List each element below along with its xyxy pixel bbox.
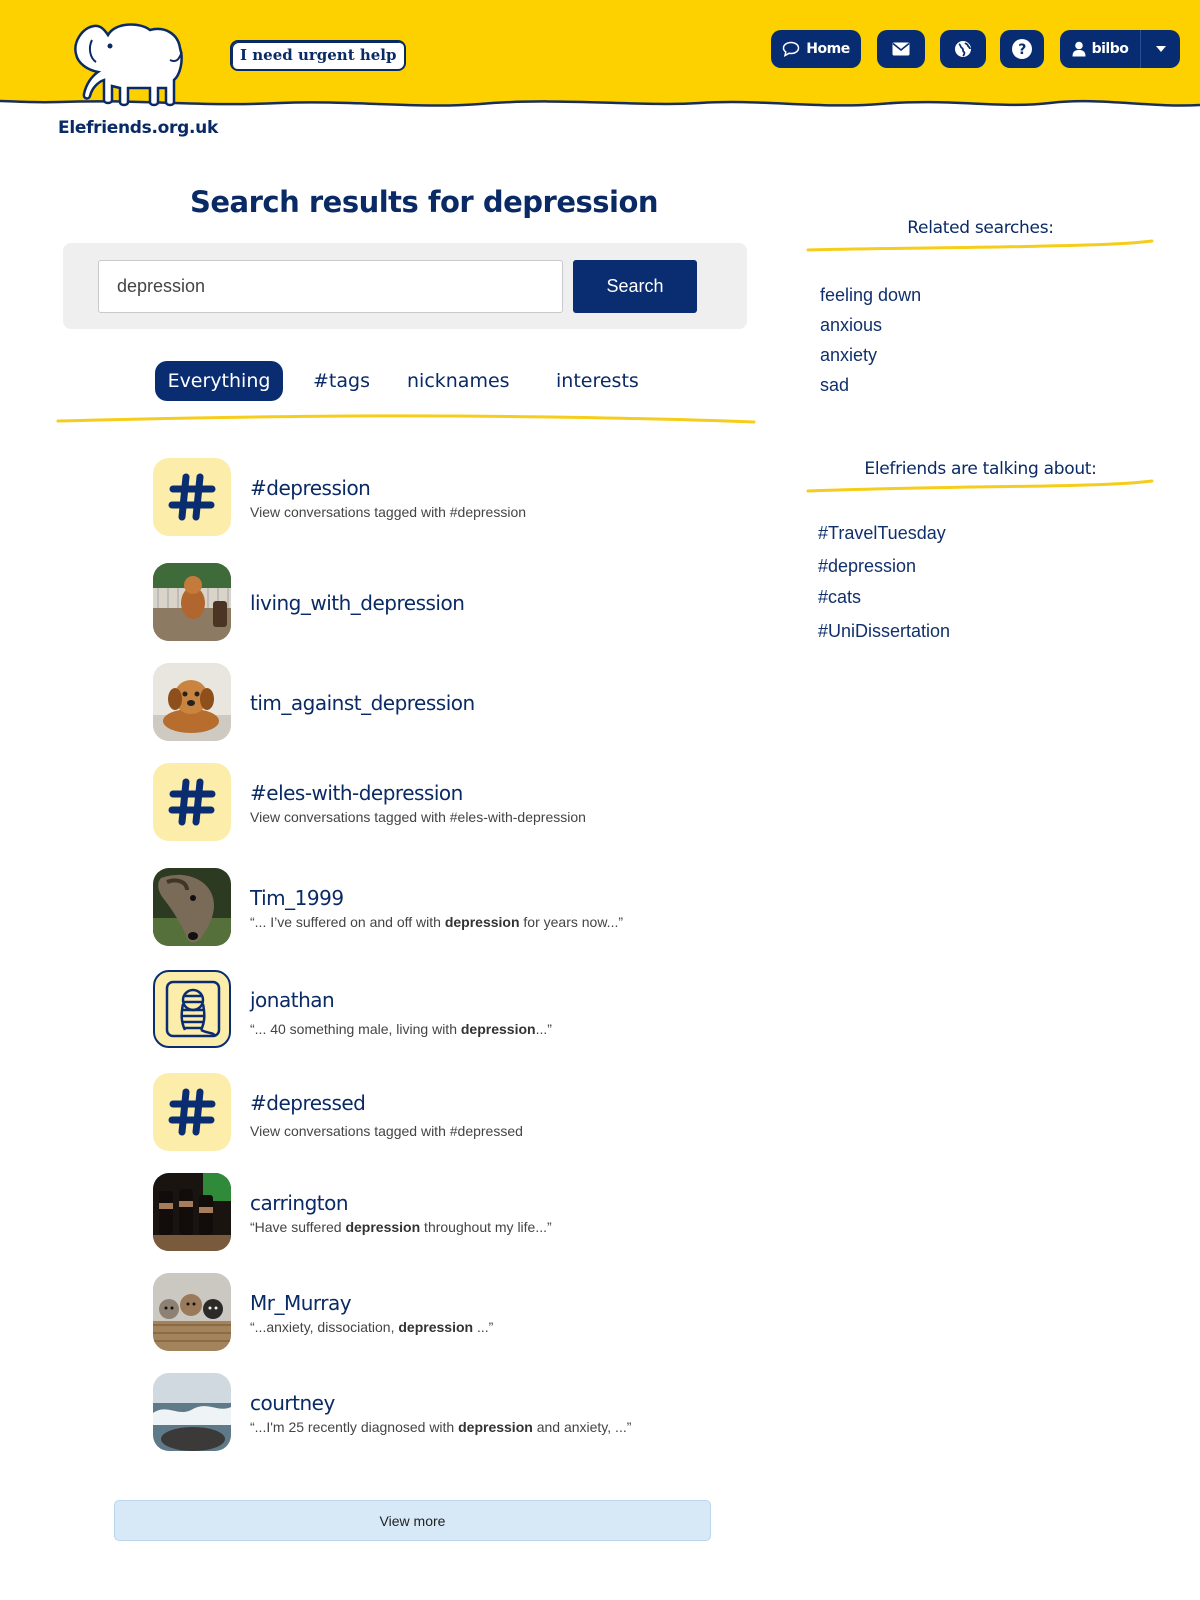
user-menu-dropdown[interactable] [1140,30,1180,68]
user-avatar [153,1173,231,1251]
tab-everything[interactable]: Everything [155,361,283,401]
trending-heading: Elefriends are talking about: [864,459,1097,479]
result-title[interactable]: jonathan [250,988,335,1012]
user-avatar [153,1273,231,1351]
result-subtitle: View conversations tagged with #depressi… [250,504,527,520]
tab-tags[interactable]: #tags [313,361,370,401]
related-search-link[interactable]: anxiety [820,345,877,366]
search-button[interactable]: Search [573,260,697,313]
tab-interests[interactable]: interests [556,361,639,401]
user-profile-button[interactable]: bilbo [1060,30,1140,68]
home-button[interactable]: Home [771,30,861,68]
user-avatar [153,663,231,741]
result-title[interactable]: #eles-with-depression [250,781,463,805]
site-header: I need urgent help Home ? bilbo [0,0,1200,115]
result-snippet: “...anxiety, dissociation, depression ..… [250,1319,494,1335]
related-underline [806,239,1154,252]
result-item[interactable]: living_with_depression [150,563,770,643]
result-title[interactable]: living_with_depression [250,591,465,615]
globe-icon [955,41,971,57]
result-subtitle: View conversations tagged with #depresse… [250,1123,523,1139]
trending-tag-link[interactable]: #depression [818,556,916,577]
result-title[interactable]: tim_against_depression [250,691,475,715]
result-title[interactable]: carrington [250,1191,349,1215]
result-snippet: “... I’ve suffered on and off with depre… [250,914,624,930]
envelope-icon [892,42,910,56]
result-title[interactable]: Tim_1999 [250,886,344,910]
trending-tag-link[interactable]: #cats [818,587,861,608]
hash-icon [168,778,216,826]
question-circle-icon: ? [1012,39,1032,59]
hash-icon [168,473,216,521]
waves-photo [153,1373,231,1451]
user-icon [1072,41,1086,57]
user-avatar [153,970,231,1048]
kittens-photo [153,1273,231,1351]
dog-photo [153,563,231,641]
related-search-link[interactable]: feeling down [820,285,921,306]
community-button[interactable] [940,30,986,68]
hashtag-avatar [153,458,231,536]
user-avatar [153,868,231,946]
elephant-logo[interactable] [70,20,190,110]
home-label: Home [806,41,850,57]
result-item[interactable]: jonathan “... 40 something male, living … [150,970,770,1050]
bottles-photo [153,1173,231,1251]
result-item[interactable]: courtney “...I'm 25 recently diagnosed w… [150,1373,770,1453]
user-avatar [153,1373,231,1451]
result-snippet: “...I'm 25 recently diagnosed with depre… [250,1419,632,1435]
urgent-help-button[interactable]: I need urgent help [230,40,407,71]
result-item[interactable]: #depression View conversations tagged wi… [150,458,770,538]
result-snippet: “Have suffered depression throughout my … [250,1219,552,1235]
result-item[interactable]: carrington “Have suffered depression thr… [150,1173,770,1253]
speech-bubble-icon [783,41,800,57]
svg-text:?: ? [1018,42,1026,58]
search-input[interactable] [98,260,563,313]
help-button[interactable]: ? [1000,30,1044,68]
related-search-link[interactable]: anxious [820,315,882,336]
hashtag-avatar [153,763,231,841]
page-title: Search results for depression [190,185,659,219]
result-item[interactable]: #eles-with-depression View conversations… [150,763,770,843]
result-item[interactable]: tim_against_depression [150,663,770,743]
result-title[interactable]: #depressed [250,1091,366,1115]
tabs-underline [56,414,756,424]
hashtag-avatar [153,1073,231,1151]
trending-tag-link[interactable]: #TravelTuesday [818,523,946,544]
result-title[interactable]: courtney [250,1391,335,1415]
username-label: bilbo [1091,41,1129,57]
related-search-link[interactable]: sad [820,375,849,396]
result-title[interactable]: Mr_Murray [250,1291,352,1315]
trending-tag-link[interactable]: #UniDissertation [818,621,950,642]
tab-nicknames[interactable]: nicknames [407,361,510,401]
result-title[interactable]: #depression [250,476,371,500]
result-item[interactable]: #depressed View conversations tagged wit… [150,1073,770,1153]
user-avatar [153,563,231,641]
doodle-avatar [165,980,221,1038]
hash-icon [168,1088,216,1136]
trending-underline [806,479,1154,493]
result-item[interactable]: Tim_1999 “... I’ve suffered on and off w… [150,868,770,948]
view-more-button[interactable]: View more [114,1500,711,1541]
messages-button[interactable] [877,30,925,68]
greyhound-photo [153,868,231,946]
puppy-photo [153,663,231,741]
result-subtitle: View conversations tagged with #eles-wit… [250,809,586,825]
caret-down-icon [1155,46,1166,52]
site-brand[interactable]: Elefriends.org.uk [58,118,218,138]
related-searches-heading: Related searches: [907,218,1054,238]
result-snippet: “... 40 something male, living with depr… [250,1021,552,1037]
result-item[interactable]: Mr_Murray “...anxiety, dissociation, dep… [150,1273,770,1353]
